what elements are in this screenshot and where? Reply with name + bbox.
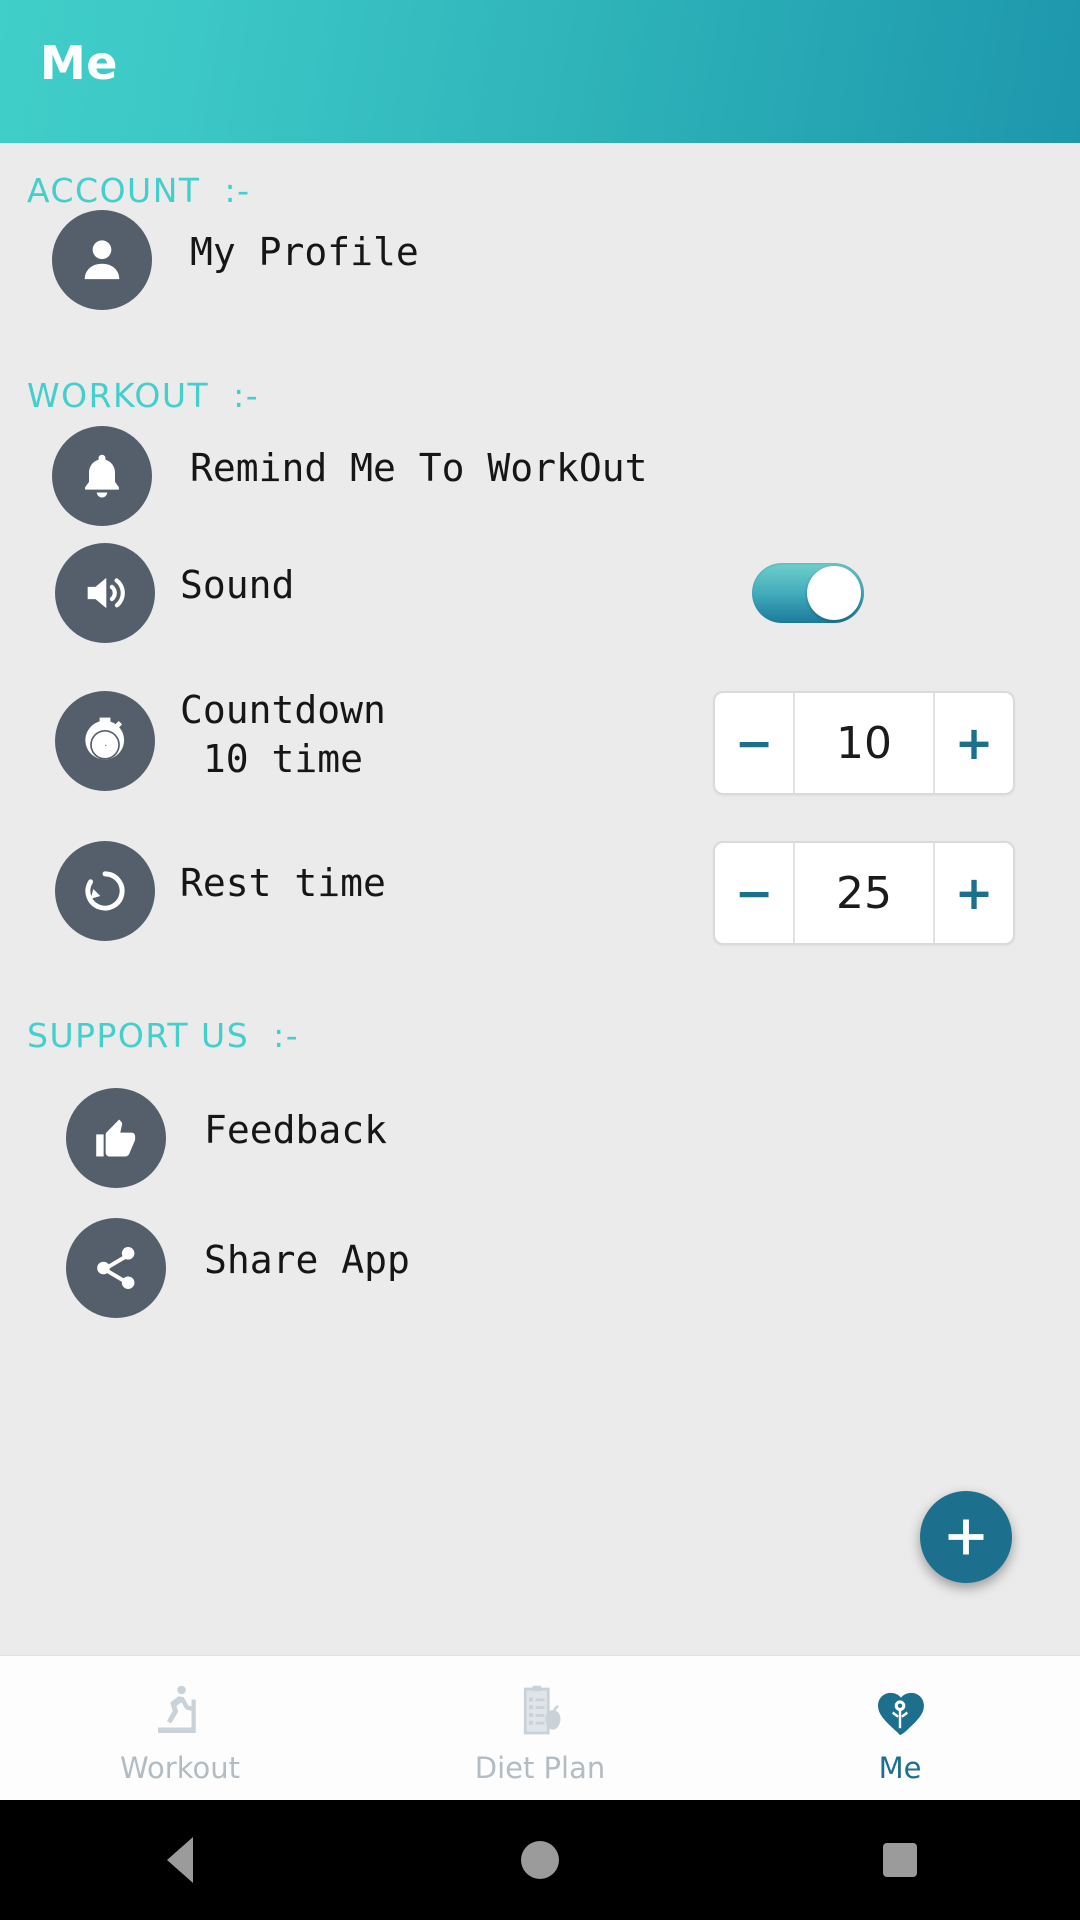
rest-time-stepper[interactable]: − 25 + [713,841,1015,945]
android-back-button[interactable] [0,1837,360,1883]
person-icon [52,210,152,310]
countdown-decrement-button[interactable]: − [715,693,793,793]
heart-person-icon [871,1679,929,1741]
tab-me[interactable]: Me [720,1656,1080,1801]
toggle-knob [807,566,861,620]
row-feedback[interactable]: Feedback [0,1088,1080,1192]
row-remind-me-to-workout[interactable]: Remind Me To WorkOut [0,426,1080,530]
tab-diet-plan[interactable]: Diet Plan [360,1656,720,1801]
app-screen: Me ACCOUNT :- My Profile WORKOUT :- Remi… [0,0,1080,1920]
home-circle-icon [521,1841,559,1879]
speaker-icon [55,543,155,643]
row-my-profile[interactable]: My Profile [0,210,1080,314]
row-label-remind-me-to-workout: Remind Me To WorkOut [190,446,648,490]
android-recents-button[interactable] [720,1843,1080,1877]
countdown-label-line2: 10 time [180,737,364,781]
sound-toggle[interactable] [752,563,864,623]
app-bar: Me [0,0,1080,143]
row-rest-time[interactable]: Rest time − 25 + [0,841,1080,945]
tab-label-diet-plan: Diet Plan [474,1750,606,1785]
row-countdown[interactable]: Countdown 10 time − 10 + [0,688,1080,795]
section-header-account: ACCOUNT :- [27,171,251,210]
recents-square-icon [883,1843,917,1877]
android-home-button[interactable] [360,1841,720,1879]
row-label-my-profile: My Profile [190,230,419,274]
page-title: Me [40,36,118,90]
section-header-support-us: SUPPORT US :- [27,1016,300,1055]
android-navigation-bar [0,1800,1080,1920]
add-fab-button[interactable] [920,1491,1012,1583]
rest-time-value[interactable]: 25 [793,843,935,943]
rest-time-decrement-button[interactable]: − [715,843,793,943]
tab-workout[interactable]: Workout [0,1656,360,1801]
row-label-feedback: Feedback [204,1108,388,1152]
row-label-rest-time: Rest time [180,861,386,905]
settings-scroll-area[interactable]: ACCOUNT :- My Profile WORKOUT :- Remind … [0,143,1080,1655]
stopwatch-icon [55,691,155,791]
countdown-stepper[interactable]: − 10 + [713,691,1015,795]
bell-icon [52,426,152,526]
tab-label-me: Me [878,1750,922,1785]
rest-time-increment-button[interactable]: + [935,843,1013,943]
row-share-app[interactable]: Share App [0,1218,1080,1322]
bottom-tab-bar: Workout Diet Plan Me [0,1655,1080,1801]
section-header-workout: WORKOUT :- [27,376,260,415]
countdown-label-line1: Countdown [180,688,386,732]
row-label-share-app: Share App [204,1238,410,1282]
countdown-value[interactable]: 10 [793,693,935,793]
back-triangle-icon [167,1837,193,1883]
restore-icon [55,841,155,941]
treadmill-icon [150,1679,210,1741]
countdown-increment-button[interactable]: + [935,693,1013,793]
tab-label-workout: Workout [120,1750,240,1785]
row-sound[interactable]: Sound [0,543,1080,647]
plus-icon [948,1519,984,1555]
thumbs-up-icon [66,1088,166,1188]
clipboard-apple-icon [510,1679,570,1741]
row-label-countdown: Countdown 10 time [180,686,386,784]
share-icon [66,1218,166,1318]
row-label-sound: Sound [180,563,295,607]
